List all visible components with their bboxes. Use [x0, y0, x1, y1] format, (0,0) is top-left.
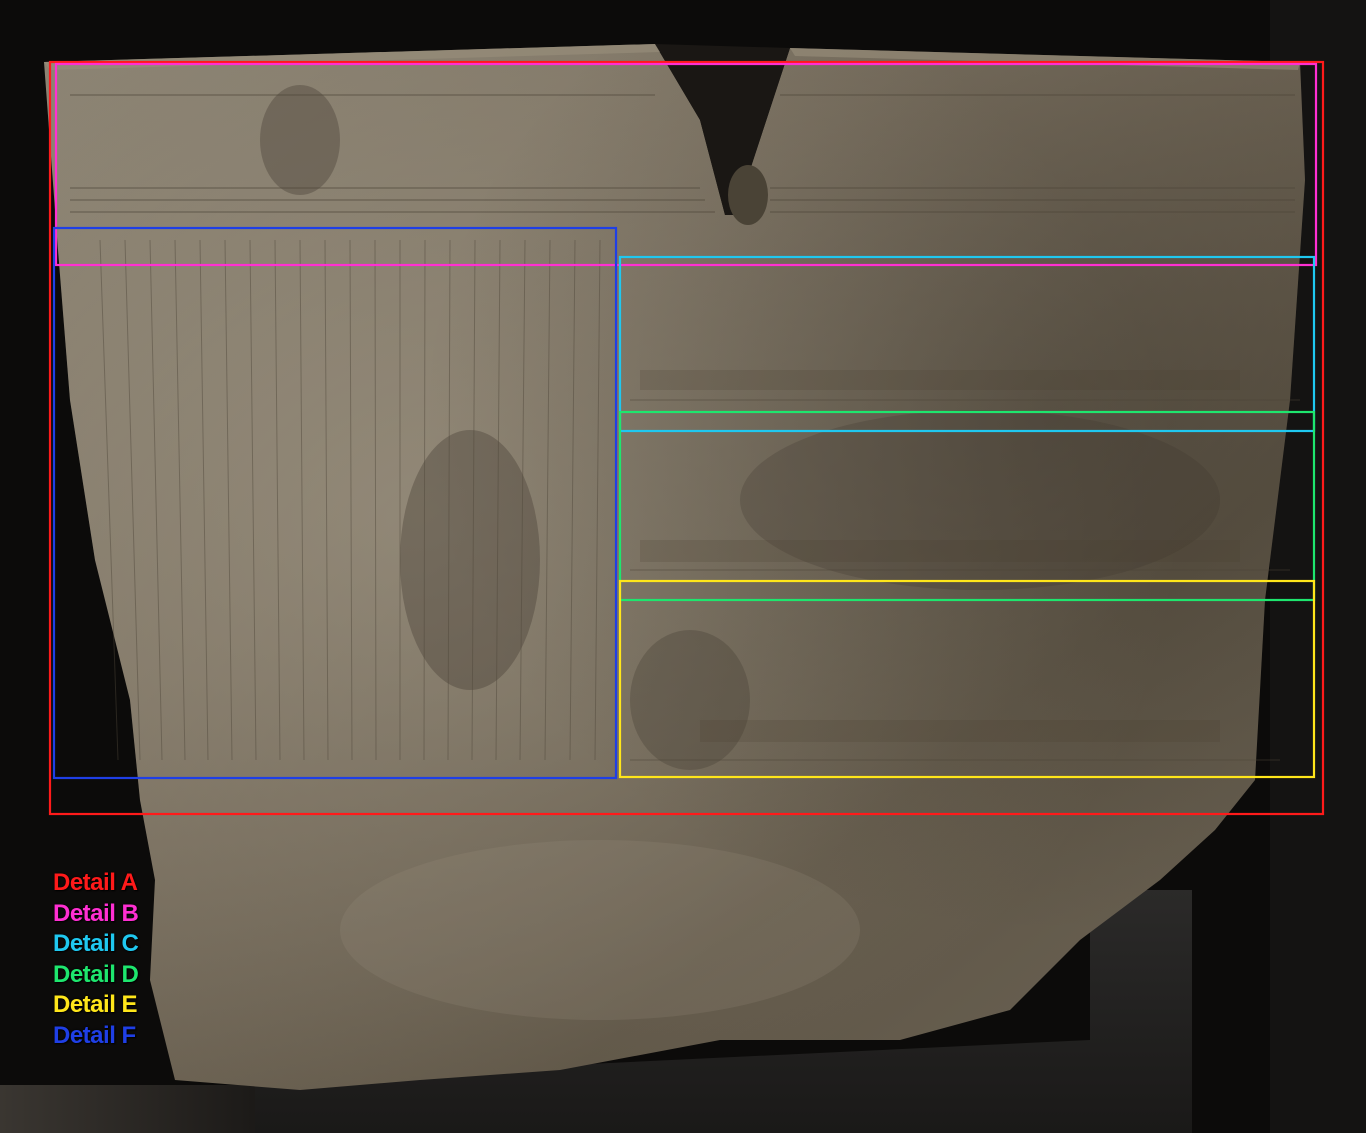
legend-detail-f: Detail F: [53, 1021, 136, 1049]
legend-detail-d: Detail D: [53, 960, 139, 988]
legend-detail-b: Detail B: [53, 899, 139, 927]
stone-block-photo: [0, 0, 1366, 1133]
legend-detail-a: Detail A: [53, 869, 138, 896]
legend-detail-e: Detail E: [53, 991, 138, 1018]
legend-detail-c: Detail C: [53, 930, 139, 957]
detail-legend: Detail A Detail B Detail C Detail D Deta…: [53, 868, 139, 1051]
